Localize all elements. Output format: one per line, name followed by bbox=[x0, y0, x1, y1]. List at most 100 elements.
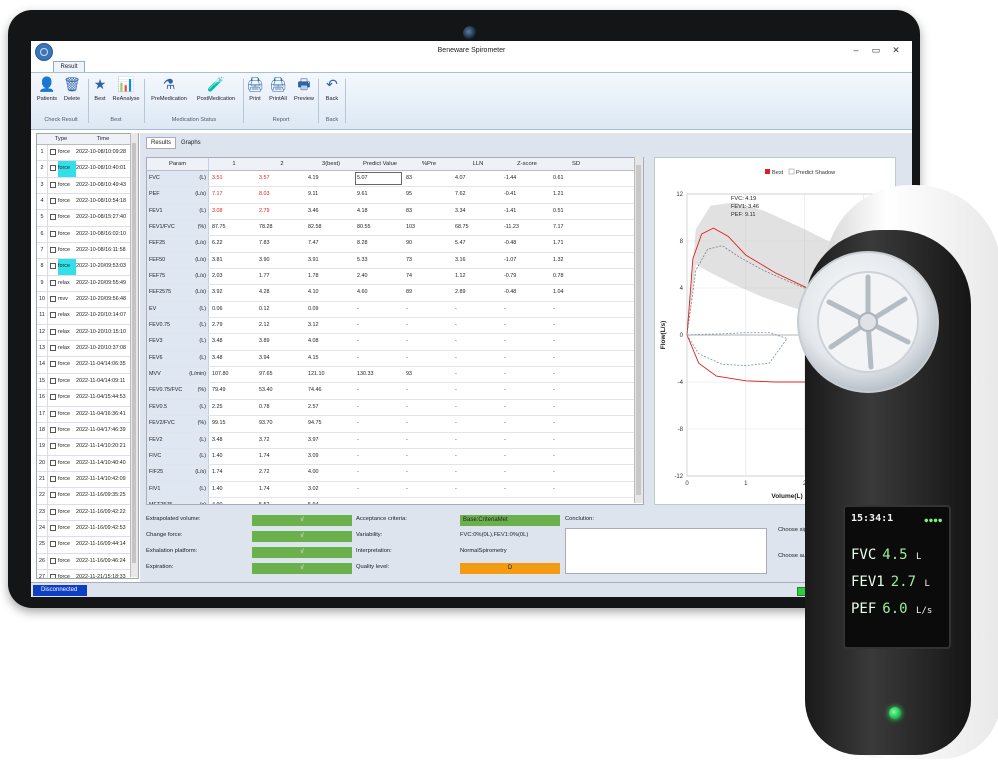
row-checkbox[interactable] bbox=[50, 508, 56, 515]
premedication-button[interactable]: ⚗ PreMedication bbox=[147, 76, 191, 102]
row-checkbox[interactable] bbox=[50, 230, 56, 237]
test-list-row[interactable]: 4 force 2022-10-08/10:54:18 bbox=[37, 194, 138, 211]
printall-button[interactable]: 🖨 PrintAll bbox=[266, 76, 290, 102]
table-row[interactable]: MVV (L/min) 107.80 97.65 121.10 130.33 93 - - - bbox=[147, 367, 643, 384]
test-list-row[interactable]: 21 force 2022-11-14/10:42:09 bbox=[37, 471, 138, 489]
test-list-row[interactable]: 7 force 2022-10-08/16:11:58 bbox=[37, 243, 138, 260]
row-checkbox[interactable] bbox=[50, 312, 56, 319]
table-row[interactable]: FEV2/FVC (%) 99.15 93.70 94.75 - - - - - bbox=[147, 416, 643, 433]
maximize-button[interactable]: ▭ bbox=[869, 45, 883, 56]
row-checkbox[interactable] bbox=[50, 247, 56, 254]
row-checkbox[interactable] bbox=[50, 426, 56, 433]
row-checkbox[interactable] bbox=[50, 443, 56, 450]
table-row[interactable]: FEV1/FVC (%) 87.75 78.28 82.58 80.55 103 68.75 -… bbox=[147, 220, 643, 237]
back-arrow-icon: ↶ bbox=[326, 76, 338, 92]
row-checkbox[interactable] bbox=[50, 394, 56, 401]
table-row[interactable]: FEF25 (L/s) 6.22 7.83 7.47 8.28 90 5.47 -0.48 1.7… bbox=[147, 236, 643, 253]
back-button[interactable]: ↶ Back bbox=[322, 76, 342, 102]
test-list-row[interactable]: 1 force 2022-10-08/10:09:28 bbox=[37, 145, 138, 162]
best-button[interactable]: ★ Best bbox=[91, 76, 109, 102]
row-type: force bbox=[58, 198, 70, 205]
table-row[interactable]: FEF75 (L/s) 2.03 1.77 1.78 2.40 74 1.12 -0.79 0.7… bbox=[147, 269, 643, 286]
row-checkbox[interactable] bbox=[50, 149, 56, 155]
table-row[interactable]: FEF50 (L/s) 3.81 3.90 3.91 5.33 73 3.16 -1.07 1.3… bbox=[147, 252, 643, 270]
test-list-row[interactable]: 25 force 2022-11-16/09:44:14 bbox=[37, 537, 138, 554]
test-list-row[interactable]: 2 force 2022-10-08/10:40:01 bbox=[37, 161, 138, 178]
test-list-row[interactable]: 17 force 2022-11-04/16:36:41 bbox=[37, 406, 138, 423]
test-list-row[interactable]: 19 force 2022-11-14/10:20:21 bbox=[37, 439, 138, 456]
row-checkbox[interactable] bbox=[50, 181, 56, 188]
table-row[interactable]: EV (L) 0.06 0.12 0.09 - - - - - bbox=[147, 301, 643, 319]
row-checkbox[interactable] bbox=[50, 557, 56, 564]
test-list-row[interactable]: 24 force 2022-11-16/09:42:53 bbox=[37, 520, 138, 538]
test-list-row[interactable]: 11 relax 2022-10-20/10:14:07 bbox=[37, 308, 138, 325]
row-checkbox[interactable] bbox=[50, 361, 56, 368]
postmedication-button[interactable]: 🧪 PostMedication bbox=[193, 76, 239, 102]
test-list-row[interactable]: 10 mvv 2022-10-20/09:56:48 bbox=[37, 292, 138, 309]
row-checkbox[interactable] bbox=[50, 214, 56, 221]
table-row[interactable]: MET2575 (s) 4.90 5.52 5.94 - - - - - bbox=[147, 497, 643, 504]
test-list-row[interactable]: 27 force 2022-11-21/15:18:33 bbox=[37, 569, 138, 578]
print-button[interactable]: 🖨 Print bbox=[246, 76, 264, 102]
preview-button[interactable]: 🖶 Preview bbox=[292, 76, 316, 102]
row-checkbox[interactable] bbox=[50, 165, 56, 172]
minimize-button[interactable]: – bbox=[849, 45, 863, 55]
row-checkbox[interactable] bbox=[50, 492, 56, 499]
test-list-row[interactable]: 16 force 2022-11-04/15:44:53 bbox=[37, 390, 138, 407]
test-list-row[interactable]: 5 force 2022-10-08/15:27:40 bbox=[37, 210, 138, 227]
table-row[interactable]: FIF25 (L/s) 1.74 2.72 4.00 - - - - - bbox=[147, 465, 643, 482]
table-row[interactable]: FEV0.5 (L) 2.25 0.78 2.57 - - - - - bbox=[147, 399, 643, 417]
delete-button[interactable]: 🗑 Delete bbox=[61, 76, 83, 102]
close-button[interactable]: ✕ bbox=[889, 45, 903, 56]
row-checkbox[interactable] bbox=[50, 475, 56, 482]
conclusion-textbox[interactable] bbox=[565, 528, 767, 574]
test-list-row[interactable]: 9 relax 2022-10-20/09:55:49 bbox=[37, 275, 138, 293]
row-checkbox[interactable] bbox=[50, 377, 56, 384]
row-checkbox[interactable] bbox=[50, 198, 56, 205]
test-list-row[interactable]: 12 relax 2022-10-20/10:15:10 bbox=[37, 324, 138, 342]
row-checkbox[interactable] bbox=[50, 524, 56, 531]
test-list-row[interactable]: 3 force 2022-10-08/10:49:43 bbox=[37, 177, 138, 195]
test-list-row[interactable]: 14 force 2022-11-04/14:06:35 bbox=[37, 357, 138, 374]
test-list-row[interactable]: 23 force 2022-11-16/09:42:22 bbox=[37, 504, 138, 521]
row-checkbox[interactable] bbox=[50, 573, 56, 578]
tab-results[interactable]: Results bbox=[146, 137, 177, 149]
tab-graphs[interactable]: Graphs bbox=[176, 137, 206, 149]
table-row[interactable]: FEV0.75 (L) 2.79 2.12 3.12 - - - - - bbox=[147, 318, 643, 335]
test-list-row[interactable]: 15 force 2022-11-04/14:09:11 bbox=[37, 373, 138, 391]
test-list-row[interactable]: 20 force 2022-11-14/10:40:40 bbox=[37, 455, 138, 472]
table-row[interactable]: FEV6 (L) 3.48 3.94 4.15 - - - - - bbox=[147, 350, 643, 368]
table-row[interactable]: FIVC (L) 1.40 1.74 3.09 - - - - - bbox=[147, 448, 643, 466]
test-list-row[interactable]: 22 force 2022-11-16/09:35:25 bbox=[37, 488, 138, 505]
row-checkbox[interactable] bbox=[50, 328, 56, 335]
cell-trial-2: 1.74 bbox=[259, 452, 270, 459]
table-row[interactable]: FEV1 (L) 3.08 2.79 3.46 4.18 83 3.34 -1.41 0.51 bbox=[147, 203, 643, 221]
table-row[interactable]: FIV1 (L) 1.40 1.74 3.02 - - - - - bbox=[147, 481, 643, 498]
test-list-scrollbar[interactable] bbox=[130, 133, 138, 577]
scrollbar-thumb[interactable] bbox=[132, 143, 136, 563]
cell-sd: - bbox=[553, 305, 555, 312]
row-checkbox[interactable] bbox=[50, 263, 56, 270]
test-list-row[interactable]: 13 relax 2022-10-20/10:37:08 bbox=[37, 341, 138, 358]
test-list-row[interactable]: 8 force 2022-10-20/09:53:03 bbox=[37, 259, 138, 276]
reanalyse-button[interactable]: 📊 ReAnalyse bbox=[111, 76, 141, 102]
row-checkbox[interactable] bbox=[50, 410, 56, 417]
scrollbar-thumb[interactable] bbox=[636, 165, 641, 495]
test-list-row[interactable]: 18 force 2022-11-04/17:46:39 bbox=[37, 422, 138, 440]
patients-button[interactable]: 👤 Patients bbox=[36, 76, 58, 102]
row-checkbox[interactable] bbox=[50, 279, 56, 286]
row-checkbox[interactable] bbox=[50, 345, 56, 352]
table-row[interactable]: FEV2 (L) 3.48 3.72 3.97 - - - - - bbox=[147, 432, 643, 449]
table-row[interactable]: FVC (L) 3.51 3.57 4.19 5.07 83 4.07 -1.44 0.61 bbox=[147, 171, 643, 188]
table-row[interactable]: FEV0.75/FVC (%) 79.49 53.40 74.46 - - - - - bbox=[147, 383, 643, 400]
row-checkbox[interactable] bbox=[50, 541, 56, 548]
cell-lln: - bbox=[455, 354, 457, 361]
test-list-row[interactable]: 6 force 2022-10-08/16:02:10 bbox=[37, 226, 138, 244]
table-row[interactable]: FEV3 (L) 3.48 3.89 4.08 - - - - - bbox=[147, 334, 643, 351]
results-table-scrollbar[interactable] bbox=[634, 157, 643, 503]
row-checkbox[interactable] bbox=[50, 296, 56, 303]
row-checkbox[interactable] bbox=[50, 459, 56, 466]
table-row[interactable]: FEF2575 (L/s) 3.92 4.28 4.10 4.60 89 2.89 -0.48 1… bbox=[147, 285, 643, 302]
table-row[interactable]: PEF (L/s) 7.17 8.03 9.11 9.61 95 7.62 -0.41 1.21 bbox=[147, 187, 643, 204]
test-list-row[interactable]: 26 force 2022-11-16/09:46:24 bbox=[37, 553, 138, 570]
